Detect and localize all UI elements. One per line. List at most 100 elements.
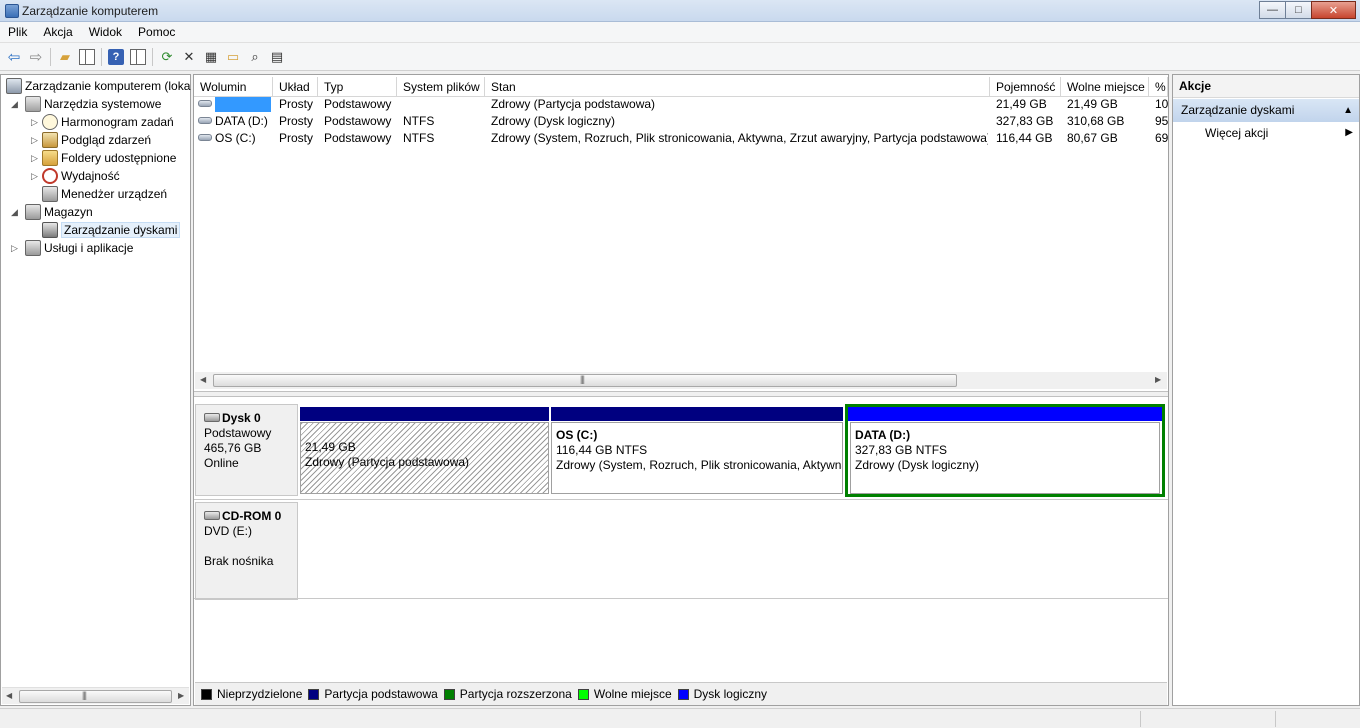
show-hide-tree-button[interactable] [76,46,98,68]
volume-row[interactable]: Prosty Podstawowy Zdrowy (Partycja podst… [194,96,1168,113]
window-title: Zarządzanie komputerem [22,4,159,18]
legend-swatch [677,688,689,700]
disk-row-divider [194,598,1168,599]
properties-button[interactable]: ▦ [200,46,222,68]
expand-arrow-icon[interactable]: ▷ [11,239,18,257]
menu-help[interactable]: Pomoc [130,22,183,43]
filesystem-cell: NTFS [403,114,435,128]
layout-cell: Prosty [279,114,314,128]
help-icon: ? [108,48,124,65]
tree-horizontal-scrollbar[interactable]: ◀ ||| ▶ [2,687,189,704]
volume-list-horizontal-scrollbar[interactable]: ◀ ||| ▶ [195,372,1167,389]
type-cell: Podstawowy [324,131,392,145]
delete-button[interactable]: ✕ [178,46,200,68]
help-button[interactable]: ? [105,46,127,68]
type-cell: Podstawowy [324,114,392,128]
expand-arrow-icon[interactable]: ▷ [31,167,38,185]
col-header-type[interactable]: Typ [318,77,397,97]
volume-name-selected [215,97,271,113]
up-one-level-button[interactable]: ▰ [54,46,76,68]
col-header-percent-free[interactable]: % [1149,77,1168,97]
properties-icon: ▦ [204,48,218,64]
partition-unlabeled[interactable]: 21,49 GB Zdrowy (Partycja podstawowa) [300,422,549,494]
tree-item-system-tools[interactable]: ◢ Narzędzia systemowe [11,95,161,113]
col-header-volume[interactable]: Wolumin [194,77,273,97]
scroll-left-icon[interactable]: ◀ [200,375,206,384]
legend-swatch [308,688,320,700]
tree-item-performance[interactable]: ▷ Wydajność [31,167,120,185]
close-button[interactable]: ✕ [1311,1,1356,19]
tree-item-event-viewer[interactable]: ▷ Podgląd zdarzeń [31,131,151,149]
menu-action[interactable]: Akcja [35,22,80,43]
partition-os-c[interactable]: OS (C:) 116,44 GB NTFS Zdrowy (System, R… [551,422,843,494]
status-divider [1275,711,1276,727]
forward-arrow-icon: ⇨ [29,48,43,66]
storage-icon [25,203,41,220]
open-button[interactable]: ▭ [222,46,244,68]
submenu-arrow-icon: ▶ [1345,127,1353,138]
forward-button[interactable]: ⇨ [25,46,47,68]
tree-item-disk-management[interactable]: Zarządzanie dyskami [42,221,181,239]
expand-arrow-icon[interactable]: ▷ [31,113,38,131]
filesystem-cell [403,96,483,113]
scroll-left-icon[interactable]: ◀ [6,691,12,700]
volume-row[interactable]: DATA (D:) Prosty Podstawowy NTFS Zdrowy … [194,113,1168,130]
tree-item-shared-folders[interactable]: ▷ Foldery udostępnione [31,149,176,167]
tree-item-device-manager[interactable]: Menedżer urządzeń [42,185,167,203]
partition-strip-primary [551,407,843,421]
col-header-status[interactable]: Stan [485,77,990,97]
col-header-capacity[interactable]: Pojemność [990,77,1061,97]
scroll-right-icon[interactable]: ▶ [1155,375,1161,384]
partition-strip-primary [300,407,549,421]
tree-item-task-scheduler[interactable]: ▷ Harmonogram zadań [31,113,174,131]
cdrom-icon [204,511,220,521]
disk-management-pane: Wolumin Układ Typ System plików Stan Poj… [193,74,1169,706]
refresh-button[interactable]: ⟳ [156,46,178,68]
tree-item-computer-management[interactable]: Zarządzanie komputerem (loka [6,77,190,95]
action-more-actions[interactable]: Więcej akcji ▶ [1173,122,1359,144]
clock-icon [42,113,58,130]
toolbar-separator [50,47,51,66]
back-button[interactable]: ⇦ [3,46,25,68]
legend-primary-partition: Partycja podstawowa [308,687,438,701]
legend-extended-partition: Partycja rozszerzona [443,687,572,701]
partition-data-d[interactable]: DATA (D:) 327,83 GB NTFS Zdrowy (Dysk lo… [850,422,1160,494]
collapse-arrow-icon[interactable]: ◢ [11,203,18,221]
scrollbar-thumb[interactable] [213,374,957,387]
layout-cell: Prosty [279,97,314,111]
col-header-layout[interactable]: Układ [273,77,318,97]
back-arrow-icon: ⇦ [7,48,21,66]
scrollbar-thumb[interactable] [19,690,172,703]
capacity-cell: 21,49 GB [996,97,1047,111]
minimize-button[interactable]: — [1259,1,1286,19]
type-cell: Podstawowy [324,97,392,111]
expand-arrow-icon[interactable]: ▷ [31,131,38,149]
folder-up-icon: ▰ [60,48,70,64]
col-header-free-space[interactable]: Wolne miejsce [1061,77,1149,97]
tree-item-services-apps[interactable]: ▷ Usługi i aplikacje [11,239,133,257]
actions-section-disk-management[interactable]: Zarządzanie dyskami ▲ [1173,99,1359,122]
legend-swatch [201,688,212,700]
show-hide-action-pane-button[interactable] [127,46,149,68]
status-divider [1140,711,1141,727]
collapse-arrow-icon[interactable]: ◢ [11,95,18,113]
disk-management-icon [42,221,58,238]
scroll-right-icon[interactable]: ▶ [178,691,184,700]
tree-item-storage[interactable]: ◢ Magazyn [11,203,93,221]
expand-arrow-icon[interactable]: ▷ [31,149,38,167]
cdrom-0-label[interactable]: CD-ROM 0 DVD (E:) Brak nośnika [195,502,298,600]
menu-file[interactable]: Plik [0,22,35,43]
col-header-filesystem[interactable]: System plików [397,77,485,97]
volume-icon [198,134,212,142]
menu-view[interactable]: Widok [81,22,130,43]
toolbar: ⇦ ⇨ ▰ ? ⟳ ✕ ▦ ▭ ⌕ ▤ [0,43,1360,71]
search-button[interactable]: ⌕ [244,46,266,68]
maximize-button[interactable]: □ [1285,1,1312,19]
percent-free-cell: 69 [1155,131,1168,145]
disk-0-label[interactable]: Dysk 0 Podstawowy 465,76 GB Online [195,404,298,496]
disk-graphical-view: Dysk 0 Podstawowy 465,76 GB Online 21,49… [194,397,1168,680]
disk-properties-button[interactable]: ▤ [266,46,288,68]
disk-icon: ▤ [270,48,284,64]
volume-row[interactable]: OS (C:) Prosty Podstawowy NTFS Zdrowy (S… [194,130,1168,147]
search-icon: ⌕ [251,48,259,64]
